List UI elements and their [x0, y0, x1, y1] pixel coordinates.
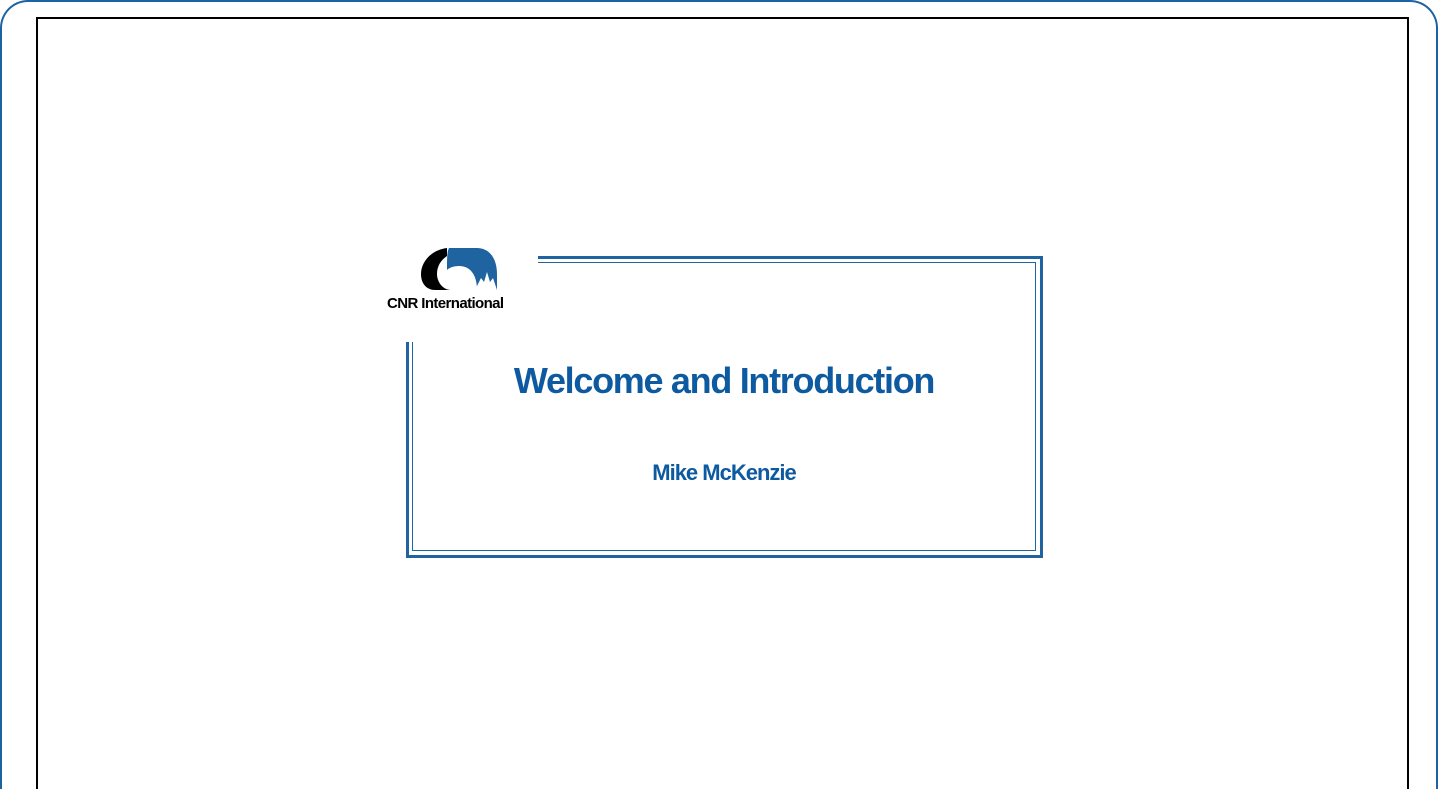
logo-wordmark: CNR International [387, 295, 504, 312]
company-logo: CNR International [382, 238, 538, 342]
slide-title: Welcome and Introduction [513, 360, 935, 401]
presenter-name: Mike McKenzie [652, 460, 797, 485]
cnr-arc-maple-leaf-icon [421, 248, 497, 290]
